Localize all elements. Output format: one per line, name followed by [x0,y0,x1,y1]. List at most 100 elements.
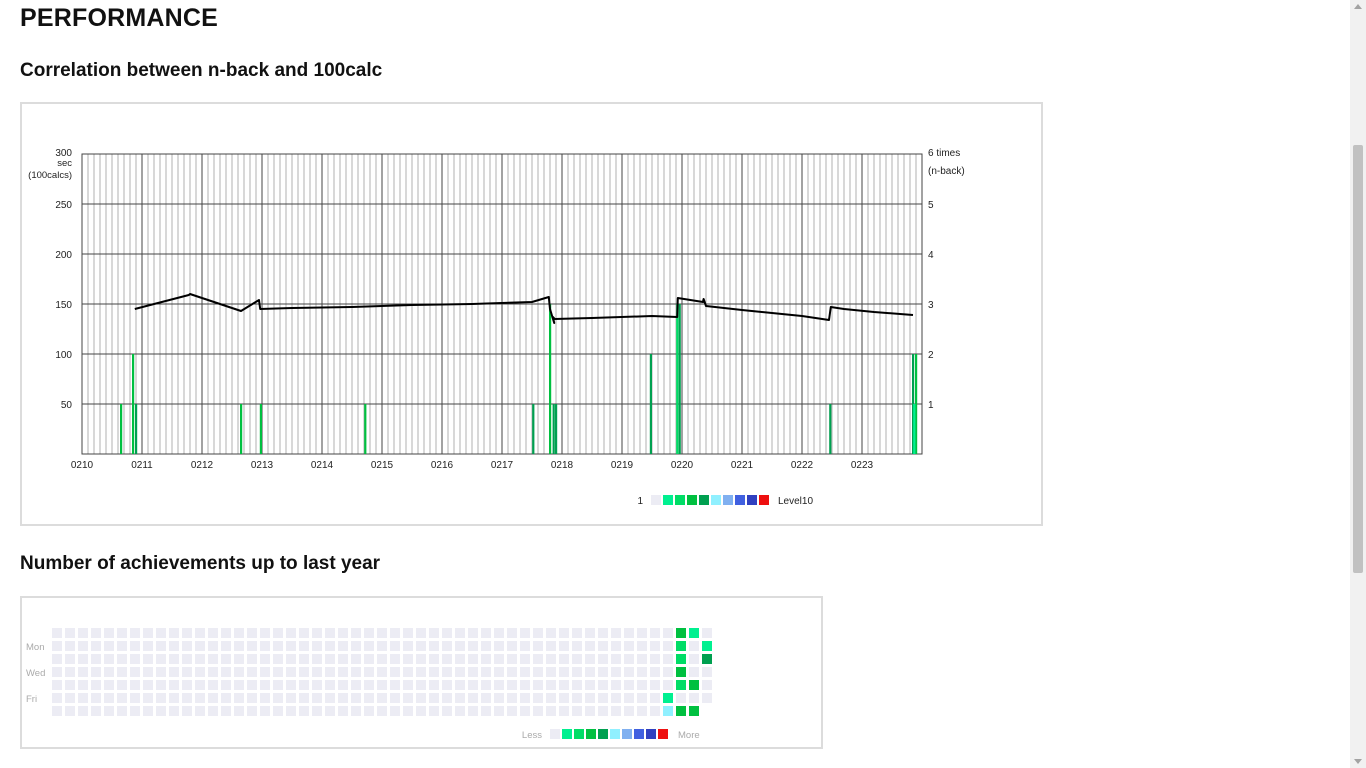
heatmap-cell [299,654,309,664]
heatmap-cell [195,628,205,638]
heatmap-cell [234,667,244,677]
legend-swatch [634,729,644,739]
heatmap-cell [195,641,205,651]
heatmap-cell [663,628,673,638]
heatmap-cell [117,693,127,703]
heatmap-cell [598,654,608,664]
nback-bar [649,354,652,454]
heatmap-cell [702,654,712,664]
heatmap-cell [91,706,101,716]
heatmap-cell [91,680,101,690]
heatmap-cell [533,680,543,690]
heatmap-cell [273,654,283,664]
heatmap-cell [195,693,205,703]
heatmap-cell [130,654,140,664]
heatmap-cell [299,693,309,703]
scroll-thumb[interactable] [1353,145,1363,573]
scroll-up-arrow-icon[interactable] [1354,4,1362,9]
heatmap-cell [637,654,647,664]
heatmap-cell [533,693,543,703]
heatmap-cell [455,628,465,638]
heatmap-cell [52,667,62,677]
legend-swatch [759,495,769,505]
heatmap-cell [390,680,400,690]
heatmap-cell [429,706,439,716]
heatmap-cell [572,706,582,716]
heatmap-cell [637,693,647,703]
heatmap-cell [520,641,530,651]
heatmap-cell [377,628,387,638]
heatmap-cell [338,680,348,690]
heatmap-cell [676,706,686,716]
heatmap-cell [520,667,530,677]
heatmap-cell [442,667,452,677]
x-tick-label: 0210 [71,460,94,471]
heatmap-cell [442,680,452,690]
heatmap-cell [637,628,647,638]
heatmap-cell [689,667,699,677]
heatmap-cell [260,667,270,677]
heatmap-cell [91,654,101,664]
heatmap-cell [208,641,218,651]
heatmap-cell [117,628,127,638]
day-label: Mon [26,642,44,653]
heatmap-cell [377,654,387,664]
legend-swatch [735,495,745,505]
heatmap-cell [338,693,348,703]
heatmap-cell [65,667,75,677]
legend-swatch [574,729,584,739]
page-scrollbar[interactable] [1350,0,1366,768]
heatmap-cell [377,641,387,651]
heatmap-cell [663,706,673,716]
heatmap-cell [689,641,699,651]
heatmap-cell [234,654,244,664]
heatmap-cell [117,641,127,651]
heatmap-cell [338,628,348,638]
heatmap-cell [130,693,140,703]
heatmap-cell [260,641,270,651]
heatmap-cell [286,641,296,651]
left-tick-label: 200 [55,250,72,261]
scroll-down-arrow-icon[interactable] [1354,759,1362,764]
heatmap-cell [130,667,140,677]
heatmap-cell [611,693,621,703]
heatmap-cell [546,641,556,651]
heatmap-cell [624,628,634,638]
heatmap-cell [598,641,608,651]
heatmap-cell [520,693,530,703]
heatmap-cell [130,680,140,690]
heatmap-cell [624,693,634,703]
heatmap-cell [91,641,101,651]
heatmap-cell [260,693,270,703]
heatmap-cell [663,667,673,677]
heatmap-cell [299,680,309,690]
heatmap-cell [273,641,283,651]
heatmap-cell [416,693,426,703]
heatmap-cell [403,693,413,703]
heatmap-cell [702,680,712,690]
heatmap-cell [520,654,530,664]
heatmap-cell [143,693,153,703]
heatmap-cell [468,693,478,703]
heatmap-cell [52,680,62,690]
legend-swatch [562,729,572,739]
heatmap-cell [455,680,465,690]
heatmap-cell [507,628,517,638]
heatmap-cell [104,654,114,664]
heatmap-cell [104,667,114,677]
heatmap-cell [338,641,348,651]
heatmap-cell [130,628,140,638]
heatmap-cell [377,693,387,703]
heatmap-cell [351,654,361,664]
heatmap-cell [533,654,543,664]
heatmap-cell [221,680,231,690]
heatmap-cell [546,693,556,703]
heatmap-cell [572,680,582,690]
heatmap-cell [572,628,582,638]
heatmap-cell [507,654,517,664]
heatmap-cell [390,641,400,651]
heatmap-cell [208,654,218,664]
heatmap-cell [598,667,608,677]
heatmap-cell [312,641,322,651]
heatmap-cell [156,706,166,716]
